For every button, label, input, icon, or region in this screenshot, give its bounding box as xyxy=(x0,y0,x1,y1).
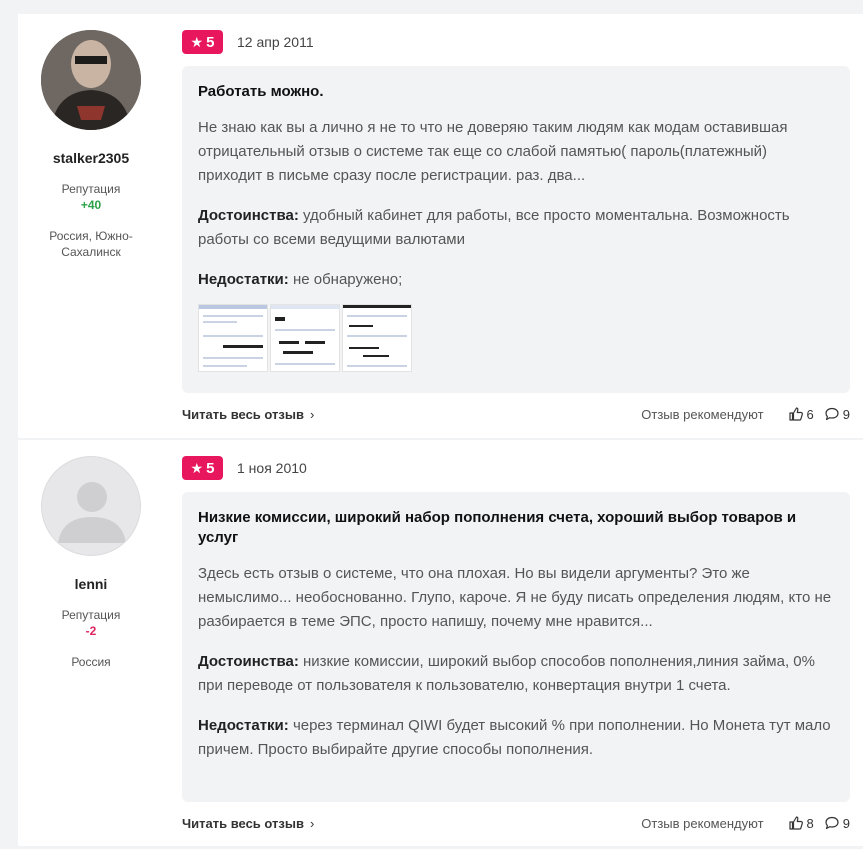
reputation-value: -2 xyxy=(85,624,97,638)
author-username[interactable]: stalker2305 xyxy=(18,150,164,166)
review-card: stalker2305 Репутация +40 Россия, Южно-С… xyxy=(18,14,863,438)
cons-label: Недостатки: xyxy=(198,271,289,288)
review-pros: Достоинства: низкие комиссии, широкий вы… xyxy=(198,650,834,698)
rating-value: 5 xyxy=(206,459,215,477)
star-icon: ★ xyxy=(190,460,204,476)
review-stats: Отзыв рекомендуют 6 9 xyxy=(641,406,850,422)
review-meta: ★ 5 1 ноя 2010 xyxy=(182,456,307,480)
pros-label: Достоинства: xyxy=(198,653,299,670)
reputation-label: Репутация xyxy=(61,608,121,622)
read-more-label: Читать весь отзыв xyxy=(182,815,304,831)
thumbs-up-icon xyxy=(788,407,803,421)
read-full-review-link[interactable]: Читать весь отзыв › xyxy=(182,816,314,831)
review-title[interactable]: Низкие комиссии, широкий набор пополнени… xyxy=(198,508,834,548)
review-cons: Недостатки: не обнаружено; xyxy=(198,268,834,292)
review-text: Не знаю как вы а лично я не то что не до… xyxy=(198,119,788,184)
comment-icon xyxy=(825,407,839,421)
author-location: Россия xyxy=(71,655,111,669)
screenshot-thumbnail[interactable] xyxy=(270,304,340,372)
comments-button[interactable]: 9 xyxy=(824,815,850,831)
rating-badge: ★ 5 xyxy=(182,456,223,480)
review-body-card[interactable]: Работать можно. Не знаю как вы а лично я… xyxy=(182,66,850,393)
review-meta: ★ 5 12 апр 2011 xyxy=(182,30,314,54)
review-author: lenni Репутация -2 Россия xyxy=(18,440,164,670)
screenshot-thumbnail[interactable] xyxy=(342,304,412,372)
reputation-label: Репутация xyxy=(61,182,121,196)
reputation-value: +40 xyxy=(80,198,102,212)
like-button[interactable]: 6 xyxy=(788,406,814,422)
read-full-review-link[interactable]: Читать весь отзыв › xyxy=(182,407,314,422)
review-pros: Достоинства: удобный кабинет для работы,… xyxy=(198,204,834,252)
review-body-card[interactable]: Низкие комиссии, широкий набор пополнени… xyxy=(182,492,850,802)
default-avatar-icon xyxy=(58,482,126,543)
thumbs-up-icon xyxy=(788,816,803,830)
cons-text: не обнаружено; xyxy=(292,271,403,288)
chevron-right-icon: › xyxy=(309,406,315,422)
star-icon: ★ xyxy=(190,34,204,50)
review-date: 1 ноя 2010 xyxy=(237,460,307,476)
chevron-right-icon: › xyxy=(309,815,315,831)
review-date: 12 апр 2011 xyxy=(237,34,314,50)
review-text: Здесь есть отзыв о системе, что она плох… xyxy=(198,565,832,630)
review-stats: Отзыв рекомендуют 8 9 xyxy=(641,815,850,831)
screenshot-gallery xyxy=(198,304,834,372)
reviews-page: stalker2305 Репутация +40 Россия, Южно-С… xyxy=(0,0,863,849)
review-card: lenni Репутация -2 Россия ★ 5 1 ноя 2010… xyxy=(18,440,863,846)
review-cons: Недостатки: через терминал QIWI будет вы… xyxy=(198,714,834,762)
avatar-photo-icon xyxy=(41,30,141,130)
author-username[interactable]: lenni xyxy=(18,576,164,592)
pros-label: Достоинства: xyxy=(198,207,299,224)
cons-text: через терминал QIWI будет высокий % при … xyxy=(198,717,831,758)
rating-value: 5 xyxy=(206,33,215,51)
like-button[interactable]: 8 xyxy=(788,815,814,831)
avatar[interactable] xyxy=(41,30,141,130)
read-more-label: Читать весь отзыв xyxy=(182,406,304,422)
avatar[interactable] xyxy=(41,456,141,556)
comments-button[interactable]: 9 xyxy=(824,406,850,422)
review-footer: Читать весь отзыв › Отзыв рекомендуют 8 xyxy=(182,813,850,833)
review-title[interactable]: Работать можно. xyxy=(198,82,834,102)
comment-icon xyxy=(825,816,839,830)
recommend-label: Отзыв рекомендуют xyxy=(641,815,764,831)
rating-badge: ★ 5 xyxy=(182,30,223,54)
author-location: Россия, Южно-Сахалинск xyxy=(49,229,133,259)
review-footer: Читать весь отзыв › Отзыв рекомендуют 6 xyxy=(182,404,850,424)
review-author: stalker2305 Репутация +40 Россия, Южно-С… xyxy=(18,14,164,260)
like-count: 6 xyxy=(806,406,814,422)
cons-label: Недостатки: xyxy=(198,717,289,734)
comment-count: 9 xyxy=(842,406,850,422)
screenshot-thumbnail[interactable] xyxy=(198,304,268,372)
comment-count: 9 xyxy=(842,815,850,831)
recommend-label: Отзыв рекомендуют xyxy=(641,406,764,422)
like-count: 8 xyxy=(806,815,814,831)
